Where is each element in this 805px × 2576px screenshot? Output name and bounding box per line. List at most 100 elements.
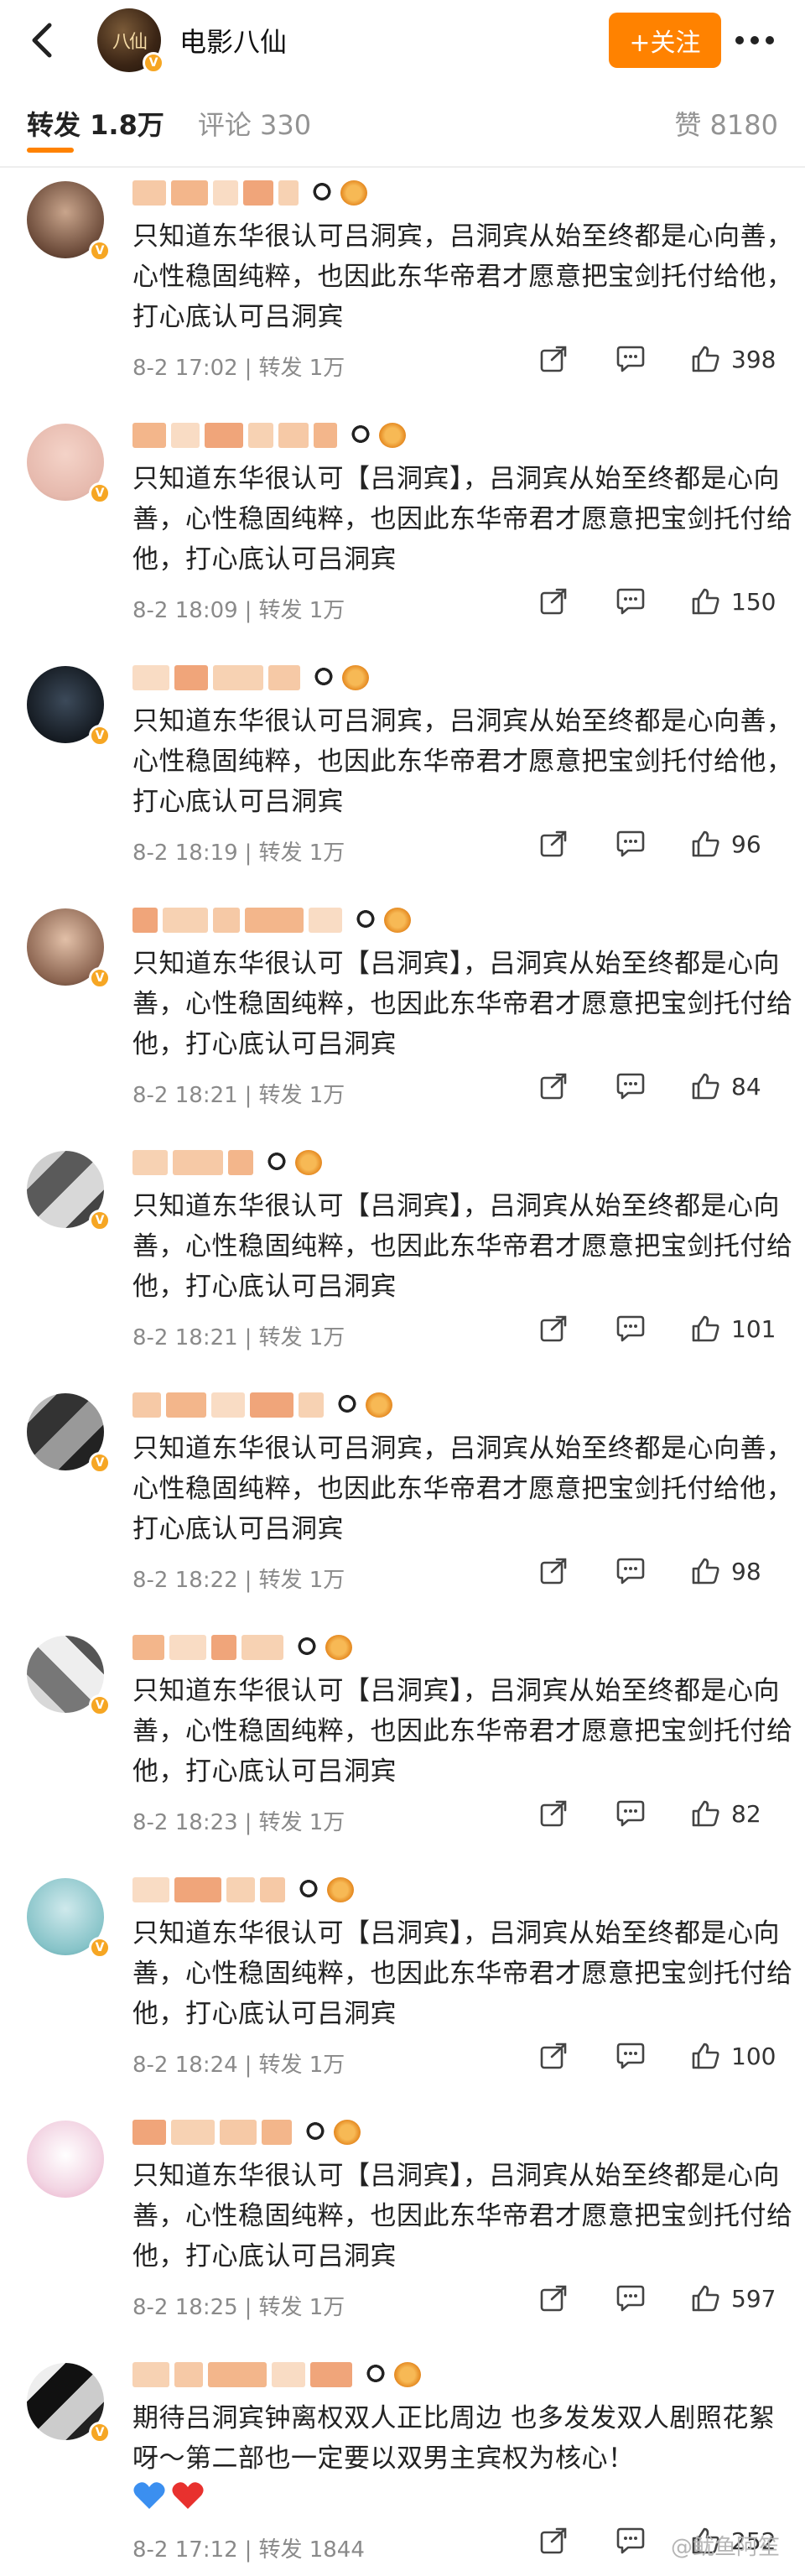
account-name[interactable]: 电影八仙 (179, 21, 287, 60)
timestamp: 8-2 18:09 (132, 598, 238, 623)
like-button[interactable]: 101 (691, 1314, 780, 1343)
repost-item[interactable]: V 只知道东华很认可【吕洞宾】，吕洞宾从始至终都是心向善，心性稳固纯粹，也因此东华… (0, 895, 805, 1137)
comment-icon[interactable] (614, 1069, 647, 1103)
share-icon[interactable] (537, 1069, 570, 1103)
share-icon[interactable] (537, 1797, 570, 1830)
user-avatar-wrap[interactable]: V (27, 908, 111, 989)
user-avatar-wrap[interactable]: V (27, 666, 111, 747)
back-arrow-icon[interactable] (17, 15, 67, 65)
repost-list: V 只知道东华很认可吕洞宾，吕洞宾从始至终都是心向善，心性稳固纯粹，也因此东华帝君… (0, 168, 805, 2576)
tab-comments[interactable]: 评论 330 (198, 104, 311, 143)
repost-item[interactable]: 只知道东华很认可【吕洞宾】，吕洞宾从始至终都是心向善，心性稳固纯粹，也因此东华帝… (0, 2107, 805, 2350)
mosaic-block (278, 423, 309, 448)
comment-icon[interactable] (614, 585, 647, 618)
user-avatar-wrap[interactable]: V (27, 1393, 111, 1474)
username-mosaic[interactable] (132, 1875, 354, 1905)
meta-divider: | (244, 840, 252, 866)
comment-icon[interactable] (614, 2039, 647, 2073)
repost-actions: 82 (493, 1797, 780, 1830)
user-avatar-wrap[interactable]: V (27, 1151, 111, 1231)
mosaic-block (250, 1392, 293, 1418)
fan-badge-icon (379, 423, 406, 448)
mosaic-block (211, 1635, 236, 1660)
blue-heart-icon (133, 2482, 165, 2509)
repost-meta: 8-2 18:22 | 转发 1万 (132, 1563, 345, 1594)
repost-meta: 8-2 17:12 | 转发 1844 (132, 2532, 365, 2563)
user-avatar-wrap[interactable]: V (27, 424, 111, 504)
mosaic-block (132, 908, 158, 933)
meta-divider: | (244, 2053, 252, 2078)
username-mosaic[interactable] (132, 2117, 361, 2147)
more-options-icon[interactable] (721, 15, 788, 65)
panda-badge-icon (295, 1877, 322, 1902)
mosaic-block (174, 1877, 221, 1902)
comment-icon[interactable] (614, 1797, 647, 1830)
comment-icon[interactable] (614, 1312, 647, 1345)
user-avatar-wrap[interactable]: V (27, 181, 111, 262)
user-avatar-wrap[interactable]: V (27, 2363, 111, 2443)
username-mosaic[interactable] (132, 905, 411, 935)
user-avatar-wrap[interactable] (27, 2121, 107, 2201)
share-icon[interactable] (537, 2282, 570, 2315)
comment-icon[interactable] (614, 342, 647, 376)
share-icon[interactable] (537, 827, 570, 861)
tab-reposts[interactable]: 转发 1.8万 (27, 104, 164, 143)
share-icon[interactable] (537, 2039, 570, 2073)
repost-item[interactable]: V 只知道东华很认可【吕洞宾】，吕洞宾从始至终都是心向善，心性稳固纯粹，也因此东华… (0, 1137, 805, 1380)
mosaic-block (260, 1877, 285, 1902)
repost-count: 转发 1万 (258, 356, 345, 381)
mosaic-block (242, 1635, 283, 1660)
share-icon[interactable] (537, 585, 570, 618)
repost-item[interactable]: V 只知道东华很认可【吕洞宾】，吕洞宾从始至终都是心向善，心性稳固纯粹，也因此东华… (0, 410, 805, 653)
repost-item[interactable]: V 只知道东华很认可吕洞宾，吕洞宾从始至终都是心向善，心性稳固纯粹，也因此东华帝君… (0, 168, 805, 410)
like-button[interactable]: 398 (691, 345, 780, 373)
comment-icon[interactable] (614, 827, 647, 861)
share-icon[interactable] (537, 1312, 570, 1345)
like-button[interactable]: 96 (691, 830, 780, 858)
share-icon[interactable] (537, 342, 570, 376)
like-button[interactable]: 98 (691, 1557, 780, 1585)
mosaic-block (248, 423, 273, 448)
account-avatar-wrap[interactable]: 八仙 V (97, 8, 164, 74)
like-count: 98 (731, 1557, 761, 1585)
repost-item[interactable]: V 只知道东华很认可吕洞宾，吕洞宾从始至终都是心向善，心性稳固纯粹，也因此东华帝君… (0, 1380, 805, 1622)
verified-badge-icon: V (89, 1694, 111, 1716)
repost-item[interactable]: V 只知道东华很认可【吕洞宾】，吕洞宾从始至终都是心向善，心性稳固纯粹，也因此东华… (0, 1865, 805, 2107)
username-mosaic[interactable] (132, 2360, 421, 2390)
repost-text: 只知道东华很认可【吕洞宾】，吕洞宾从始至终都是心向善，心性稳固纯粹，也因此东华帝… (132, 464, 793, 575)
share-icon[interactable] (537, 1554, 570, 1588)
mosaic-block (174, 2362, 203, 2387)
like-count: 84 (731, 1072, 761, 1101)
username-mosaic[interactable] (132, 663, 369, 693)
like-button[interactable]: 82 (691, 1799, 780, 1828)
comment-icon[interactable] (614, 1554, 647, 1588)
like-button[interactable]: 597 (691, 2284, 780, 2313)
comment-icon[interactable] (614, 2282, 647, 2315)
follow-button[interactable]: +关注 (609, 13, 721, 68)
like-button[interactable]: 150 (691, 587, 780, 616)
username-mosaic[interactable] (132, 1632, 352, 1663)
mosaic-block (132, 1635, 164, 1660)
username-mosaic[interactable] (132, 178, 367, 208)
comment-icon[interactable] (614, 2524, 647, 2558)
mosaic-block (132, 2362, 169, 2387)
username-mosaic[interactable] (132, 1147, 322, 1178)
username-mosaic[interactable] (132, 1390, 392, 1420)
like-count: 150 (731, 587, 776, 616)
share-icon[interactable] (537, 2524, 570, 2558)
fan-badge-icon (334, 2120, 361, 2145)
user-avatar-wrap[interactable]: V (27, 1636, 111, 1716)
repost-item[interactable]: V 只知道东华很认可吕洞宾，吕洞宾从始至终都是心向善，心性稳固纯粹，也因此东华帝君… (0, 653, 805, 895)
user-avatar[interactable] (27, 2121, 104, 2198)
tab-likes[interactable]: 赞 8180 (674, 104, 778, 143)
like-button[interactable]: 84 (691, 1072, 780, 1101)
mosaic-block (205, 423, 243, 448)
username-mosaic[interactable] (132, 420, 406, 450)
like-button[interactable]: 100 (691, 2042, 780, 2070)
panda-badge-icon (352, 908, 379, 933)
mosaic-block (132, 423, 166, 448)
verified-badge-icon: V (89, 1210, 111, 1231)
user-avatar-wrap[interactable]: V (27, 1878, 111, 1959)
panda-badge-icon (310, 665, 337, 690)
repost-item[interactable]: V 只知道东华很认可【吕洞宾】，吕洞宾从始至终都是心向善，心性稳固纯粹，也因此东华… (0, 1622, 805, 1865)
